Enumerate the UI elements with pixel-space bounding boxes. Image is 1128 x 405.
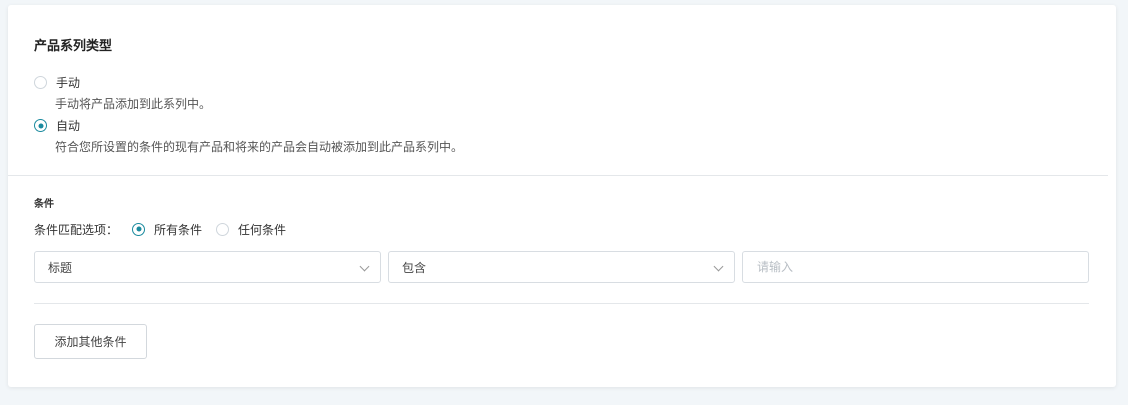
radio-automatic[interactable] <box>34 119 47 132</box>
conditions-title: 条件 <box>34 199 54 210</box>
condition-field-value: 标题 <box>48 260 73 275</box>
radio-desc-automatic: 符合您所设置的条件的现有产品和将来的产品会自动被添加到此产品系列中。 <box>55 140 464 154</box>
condition-field-select[interactable]: 标题 <box>34 251 381 283</box>
condition-operator-select[interactable]: 包含 <box>388 251 735 283</box>
radio-manual[interactable] <box>34 76 47 89</box>
radio-option-automatic[interactable]: 自动 <box>34 117 80 134</box>
radio-match-all[interactable] <box>132 222 146 236</box>
condition-operator-value: 包含 <box>402 260 427 275</box>
radio-match-any[interactable] <box>216 222 230 236</box>
radio-label-automatic: 自动 <box>56 119 81 133</box>
radio-desc-manual: 手动将产品添加到此系列中。 <box>55 97 212 111</box>
match-option-any[interactable]: 任何条件 <box>216 221 286 238</box>
match-options-row: 条件匹配选项： 所有条件 任何条件 <box>34 221 300 237</box>
section-title: 产品系列类型 <box>34 39 113 54</box>
chevron-down-icon <box>713 261 724 272</box>
condition-value-input[interactable] <box>742 251 1089 283</box>
chevron-down-icon <box>359 261 370 272</box>
match-option-all-label: 所有条件 <box>154 222 203 237</box>
match-label: 条件匹配选项： <box>34 222 119 237</box>
collection-type-card: 产品系列类型 手动 手动将产品添加到此系列中。 自动 符合您所设置的条件的现有产… <box>8 5 1116 387</box>
radio-label-manual: 手动 <box>56 76 81 90</box>
section-divider <box>8 175 1108 176</box>
add-condition-button[interactable]: 添加其他条件 <box>34 324 147 359</box>
radio-option-manual[interactable]: 手动 <box>34 74 80 91</box>
conditions-divider <box>34 303 1089 304</box>
match-option-all[interactable]: 所有条件 <box>132 221 202 238</box>
match-option-any-label: 任何条件 <box>238 222 287 237</box>
